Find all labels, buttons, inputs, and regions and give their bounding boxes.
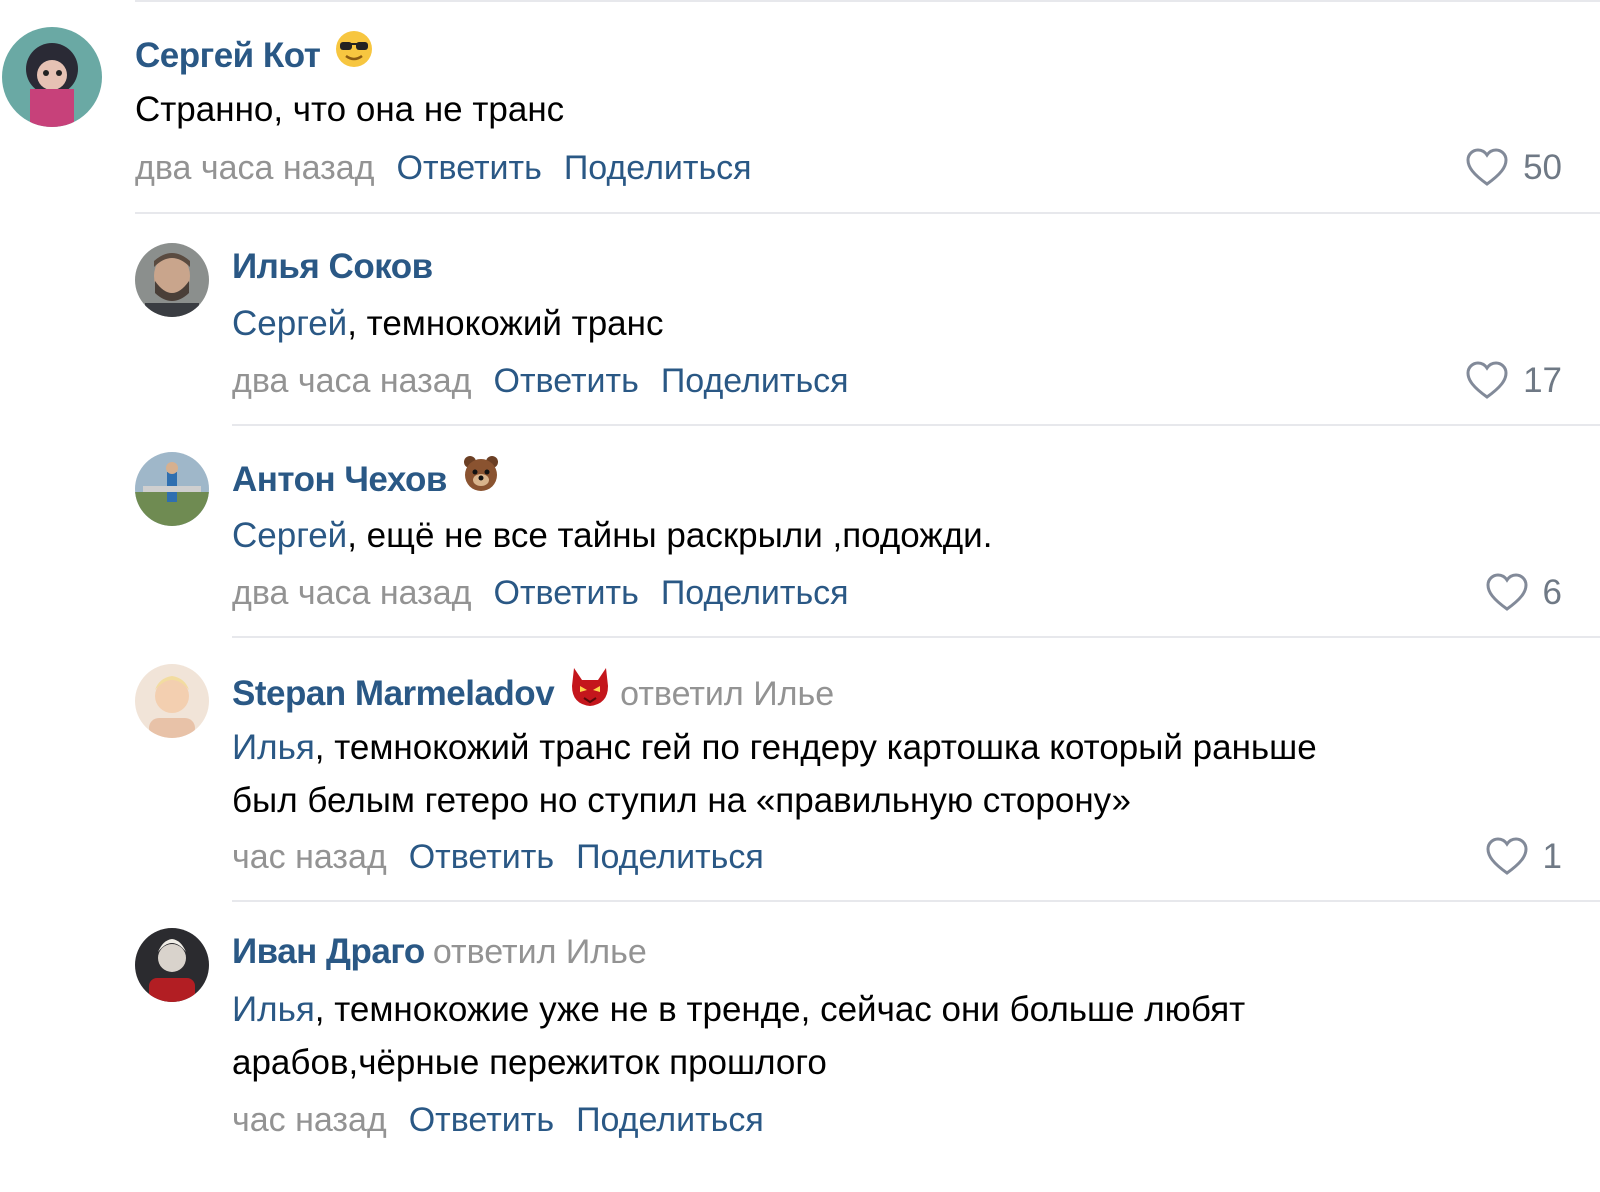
- comment-text: Сергей, ещё не все тайны раскрыли ,подож…: [232, 509, 992, 562]
- avatar-image: [2, 27, 102, 127]
- mention-link[interactable]: Сергей: [232, 304, 347, 343]
- comment-text-line-1: Илья, темнокожий транс гей по гендеру ка…: [232, 721, 1317, 774]
- comment-text-line-2: был белым гетеро но ступил на «правильну…: [232, 781, 1132, 820]
- author-name[interactable]: Илья Соков: [232, 247, 433, 286]
- bear-emoji-icon: [461, 453, 501, 502]
- heart-icon: [1466, 361, 1508, 399]
- share-button[interactable]: Поделиться: [661, 574, 849, 612]
- avatar[interactable]: [135, 243, 209, 317]
- heart-icon: [1486, 573, 1528, 611]
- comment-meta: час назад Ответить Поделиться: [232, 837, 764, 877]
- author-line: Сергей Кот: [135, 31, 374, 82]
- author-line: Иван Драго ответил Илье: [232, 932, 647, 972]
- comment-ilya-sokov: Илья Соков Сергей, темнокожий транс два …: [0, 215, 1600, 425]
- author-line: Илья Соков: [232, 247, 433, 287]
- heart-icon: [1486, 837, 1528, 875]
- comment-text-line-1: Илья, темнокожие уже не в тренде, сейчас…: [232, 983, 1245, 1036]
- mention-link[interactable]: Сергей: [232, 516, 347, 555]
- mention-link[interactable]: Илья: [232, 990, 315, 1029]
- avatar[interactable]: [135, 928, 209, 1002]
- heart-icon: [1466, 148, 1508, 186]
- comment-ivan-drago: Иван Драго ответил Илье Илья, темнокожие …: [0, 903, 1600, 1163]
- avatar-image: [135, 243, 209, 317]
- divider: [232, 636, 1600, 638]
- comment-body: , темнокожий транс гей по гендеру картош…: [314, 728, 1317, 767]
- share-button[interactable]: Поделиться: [576, 1101, 764, 1139]
- author-name[interactable]: Антон Чехов: [232, 460, 447, 499]
- avatar[interactable]: [135, 664, 209, 738]
- author-name[interactable]: Сергей Кот: [135, 36, 321, 75]
- avatar[interactable]: [2, 27, 102, 127]
- like-button[interactable]: 17: [1465, 361, 1562, 401]
- comment-meta: час назад Ответить Поделиться: [232, 1100, 764, 1140]
- comment-meta: два часа назад Ответить Поделиться: [232, 573, 849, 613]
- comment-anton-chekhov: Антон Чехов Сергей, ещё не все тайны рас…: [0, 427, 1600, 637]
- reply-button[interactable]: Ответить: [494, 574, 639, 612]
- replied-to-label[interactable]: ответил Илье: [620, 675, 834, 713]
- like-count: 1: [1542, 837, 1562, 876]
- like-button[interactable]: 6: [1485, 573, 1562, 613]
- avatar[interactable]: [135, 452, 209, 526]
- share-button[interactable]: Поделиться: [576, 838, 764, 876]
- comment-body: , темнокожий транс: [347, 304, 664, 343]
- reply-button[interactable]: Ответить: [409, 838, 554, 876]
- author-line: Антон Чехов: [232, 456, 501, 506]
- timestamp[interactable]: два часа назад: [232, 362, 472, 400]
- comment-meta: два часа назад Ответить Поделиться: [232, 361, 849, 401]
- avatar-image: [135, 452, 209, 526]
- avatar-image: [135, 664, 209, 738]
- share-button[interactable]: Поделиться: [661, 362, 849, 400]
- timestamp[interactable]: два часа назад: [232, 574, 472, 612]
- share-button[interactable]: Поделиться: [564, 149, 752, 187]
- comment-meta: два часа назад Ответить Поделиться: [135, 148, 752, 188]
- like-button[interactable]: 50: [1465, 148, 1562, 188]
- reply-button[interactable]: Ответить: [494, 362, 639, 400]
- comment-stepan-marmeladov: Stepan Marmeladov ответил Илье Илья, тем…: [0, 639, 1600, 901]
- author-name[interactable]: Иван Драго: [232, 932, 425, 971]
- red-devil-emoji-icon: [568, 666, 612, 717]
- comment-sergey-kot: Сергей Кот Странно, что она не транс два…: [0, 0, 1600, 215]
- reply-button[interactable]: Ответить: [397, 149, 542, 187]
- timestamp[interactable]: час назад: [232, 1101, 387, 1139]
- timestamp[interactable]: час назад: [232, 838, 387, 876]
- comment-text: Сергей, темнокожий транс: [232, 297, 663, 350]
- comment-text: Странно, что она не транс: [135, 90, 565, 129]
- comment-text-line-2: арабов,чёрные пережиток прошлого: [232, 1043, 827, 1082]
- like-count: 50: [1523, 148, 1562, 187]
- mention-link[interactable]: Илья: [232, 728, 315, 767]
- avatar-image: [135, 928, 209, 1002]
- reply-button[interactable]: Ответить: [409, 1101, 554, 1139]
- author-line: Stepan Marmeladov ответил Илье: [232, 668, 834, 721]
- like-count: 17: [1523, 361, 1562, 400]
- comment-body: , ещё не все тайны раскрыли ,подожди.: [347, 516, 993, 555]
- cool-sunglasses-emoji-icon: [334, 29, 374, 78]
- divider: [232, 900, 1600, 902]
- comment-thread: Сергей Кот Странно, что она не транс два…: [0, 0, 1600, 1192]
- replied-to-label[interactable]: ответил Илье: [433, 933, 647, 971]
- divider: [232, 424, 1600, 426]
- author-name[interactable]: Stepan Marmeladov: [232, 674, 555, 713]
- like-count: 6: [1542, 573, 1562, 612]
- timestamp[interactable]: два часа назад: [135, 149, 375, 187]
- like-button[interactable]: 1: [1485, 837, 1562, 877]
- comment-body: , темнокожие уже не в тренде, сейчас они…: [314, 990, 1246, 1029]
- divider: [135, 212, 1600, 214]
